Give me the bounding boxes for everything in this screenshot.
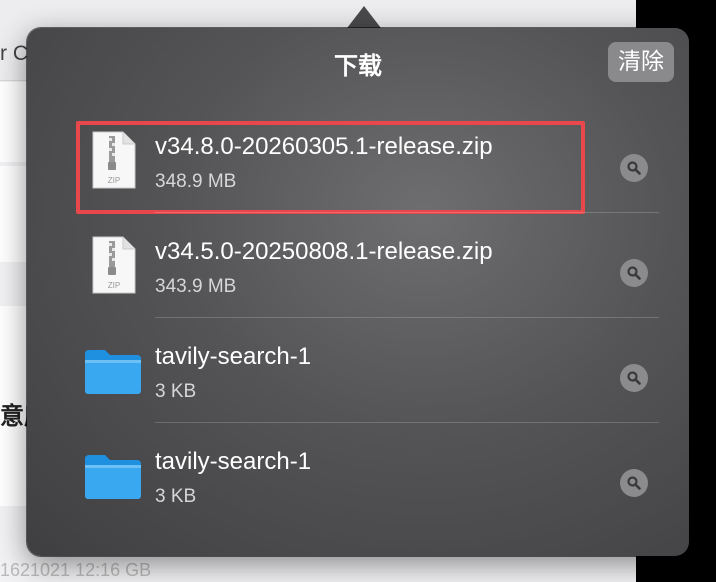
magnifier-icon: [627, 476, 641, 490]
download-item[interactable]: ZIP v34.8.0-20260305.1-release.zip 348.9…: [27, 108, 689, 214]
download-filename: tavily-search-1: [155, 448, 312, 475]
folder-icon: [83, 340, 143, 400]
folder-icon: [83, 445, 143, 505]
download-filename: tavily-search-1: [155, 343, 312, 370]
background-panel: [0, 166, 30, 262]
download-item[interactable]: tavily-search-1 3 KB: [27, 318, 689, 423]
download-filename: v34.5.0-20250808.1-release.zip: [155, 238, 493, 265]
background-panel: [0, 82, 30, 162]
show-in-finder-button[interactable]: [620, 154, 648, 182]
download-size: 3 KB: [155, 486, 197, 507]
show-in-finder-button[interactable]: [620, 469, 648, 497]
clear-button[interactable]: 清除: [608, 42, 674, 82]
downloads-popover: 下载 清除 ZIP v34.8.0-20260305.1-release.zip: [27, 28, 689, 556]
download-item[interactable]: tavily-search-1 3 KB: [27, 423, 689, 528]
highlight-box: [76, 121, 585, 214]
show-in-finder-button[interactable]: [620, 259, 648, 287]
download-size: 3 KB: [155, 381, 197, 402]
downloads-list: ZIP v34.8.0-20260305.1-release.zip 348.9…: [27, 108, 689, 528]
show-in-finder-button[interactable]: [620, 364, 648, 392]
magnifier-icon: [627, 161, 641, 175]
svg-text:ZIP: ZIP: [108, 281, 120, 290]
zip-file-icon: ZIP: [83, 235, 143, 295]
background-toolbar-text: r C: [0, 42, 28, 65]
popover-title: 下载: [334, 52, 382, 80]
magnifier-icon: [627, 371, 641, 385]
download-item[interactable]: ZIP v34.5.0-20250808.1-release.zip 343.9…: [27, 213, 689, 318]
magnifier-icon: [627, 266, 641, 280]
background-bottom-text: 1621021 12:16 GB: [0, 560, 152, 580]
download-size: 343.9 MB: [155, 276, 237, 297]
